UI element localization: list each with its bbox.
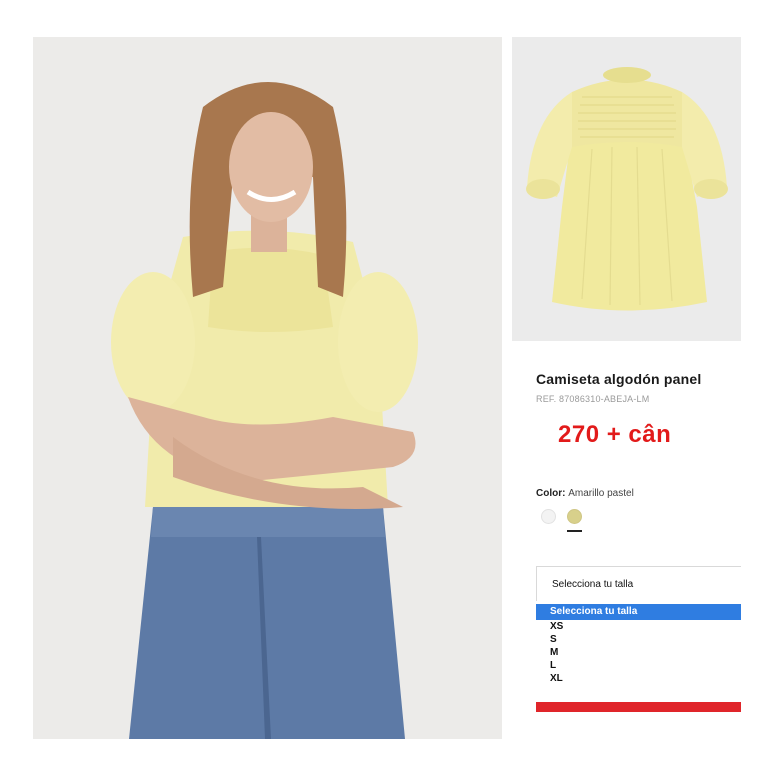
product-price: 270 + cân — [558, 421, 672, 448]
size-option-l[interactable]: L — [536, 659, 741, 672]
product-photo — [512, 37, 741, 341]
size-dropdown[interactable]: Selecciona tu talla XS S M L XL — [536, 604, 741, 712]
size-select-label: Selecciona tu talla — [552, 579, 634, 590]
product-info-panel: Camiseta algodón panel REF. 87086310-ABE… — [512, 345, 741, 740]
product-title: Camiseta algodón panel — [536, 371, 702, 387]
dropdown-bottom-bar — [536, 702, 741, 712]
color-swatch-white[interactable] — [541, 509, 556, 524]
size-option-placeholder[interactable]: Selecciona tu talla — [536, 604, 741, 620]
size-option-xl[interactable]: XL — [536, 672, 741, 685]
model-photo — [33, 37, 502, 739]
selected-swatch-indicator — [567, 530, 582, 532]
size-option-m[interactable]: M — [536, 646, 741, 659]
size-option-xs[interactable]: XS — [536, 620, 741, 633]
color-label: Color: — [536, 488, 569, 499]
product-ref: REF. 87086310-ABEJA-LM — [536, 394, 650, 404]
color-value: Amarillo pastel — [568, 488, 634, 499]
size-select[interactable]: Selecciona tu talla — [536, 566, 741, 601]
size-option-s[interactable]: S — [536, 633, 741, 646]
color-swatch-yellow[interactable] — [567, 509, 582, 524]
color-row: Color: Amarillo pastel — [536, 488, 634, 499]
